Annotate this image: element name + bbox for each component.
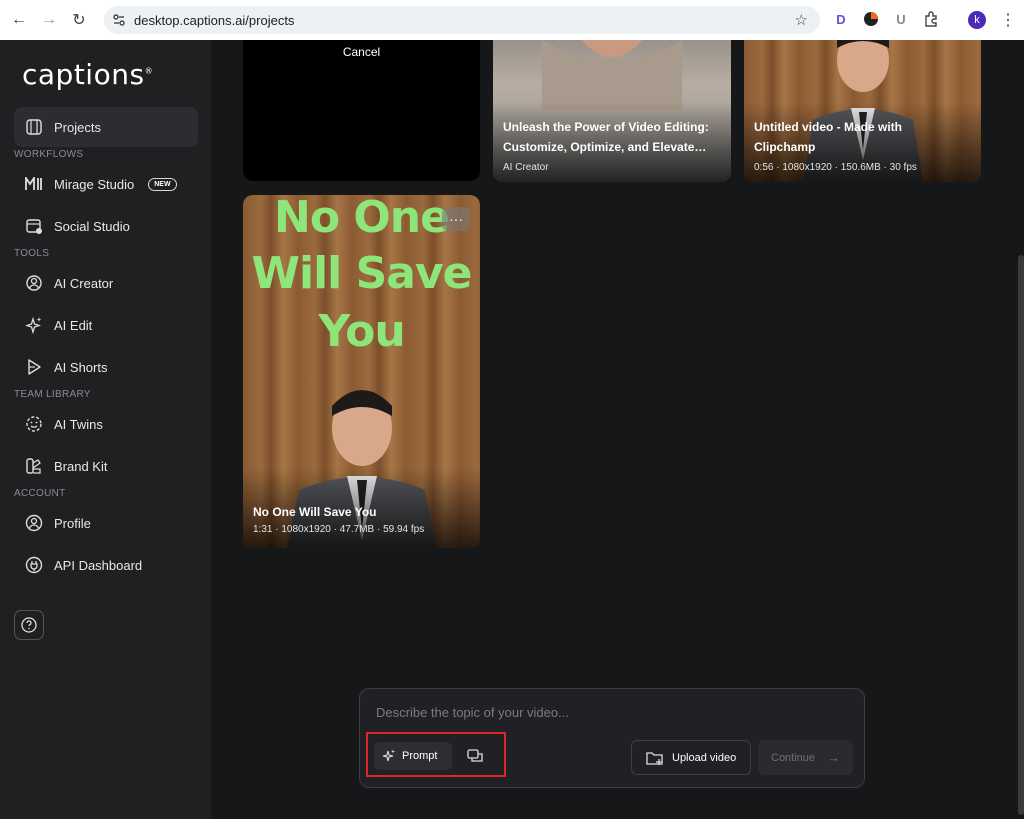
topic-input[interactable] <box>376 703 846 721</box>
card-title: Unleash the Power of Video Editing: <box>503 120 709 134</box>
continue-label: Continue <box>771 751 816 764</box>
new-badge: NEW <box>148 177 177 191</box>
section-tools: TOOLS <box>14 248 50 259</box>
extension-u-icon[interactable]: U <box>892 10 910 28</box>
section-workflows: WORKFLOWS <box>14 149 84 160</box>
sidebar-item-mirage-studio[interactable]: Mirage Studio NEW <box>14 164 198 204</box>
folder-plus-icon <box>646 751 663 765</box>
forward-arrow-icon[interactable]: → <box>34 5 64 35</box>
sidebar-item-ai-twins[interactable]: AI Twins <box>14 404 198 444</box>
card-title: No One Will Save You <box>253 505 377 519</box>
browser-toolbar: ← → ↻ desktop.captions.ai/projects ☆ D U… <box>0 0 1024 40</box>
face-scan-icon <box>24 273 44 293</box>
section-account: ACCOUNT <box>14 488 66 499</box>
browser-menu-icon[interactable]: ⋮ <box>1000 10 1016 30</box>
extension-d-icon[interactable]: D <box>832 10 850 28</box>
sidebar-item-ai-creator[interactable]: AI Creator <box>14 263 198 303</box>
film-icon <box>24 117 44 137</box>
project-card-cancel[interactable]: Cancel <box>243 40 480 181</box>
plug-icon <box>24 555 44 575</box>
sidebar-item-label: Brand Kit <box>54 458 108 474</box>
cancel-button[interactable]: Cancel <box>243 45 480 59</box>
back-arrow-icon[interactable]: ← <box>4 5 34 35</box>
reload-icon[interactable]: ↻ <box>64 5 94 35</box>
project-card[interactable]: Unleash the Power of Video Editing: Cust… <box>493 40 731 182</box>
sidebar-item-brand-kit[interactable]: Brand Kit <box>14 446 198 486</box>
script-mode-button[interactable] <box>460 742 490 770</box>
smiley-icon <box>24 414 44 434</box>
sidebar: captions® Projects WORKFLOWS Mirage Stud… <box>0 40 211 819</box>
sidebar-item-projects[interactable]: Projects <box>14 107 198 147</box>
mode-selector: Prompt <box>366 732 506 777</box>
profile-avatar[interactable]: k <box>968 11 986 29</box>
upload-label: Upload video <box>672 751 737 764</box>
prompt-mode-label: Prompt <box>402 750 438 762</box>
card-title: Customize, Optimize, and Elevate… <box>503 140 707 154</box>
sidebar-item-ai-shorts[interactable]: AI Shorts <box>14 347 198 387</box>
project-card[interactable]: Untitled video - Made with Clipchamp 0:5… <box>744 40 981 182</box>
url-text: desktop.captions.ai/projects <box>134 12 295 28</box>
thumbnail-overlay-text: Will Save <box>251 248 472 299</box>
video-thumbnail <box>542 40 682 110</box>
sidebar-item-profile[interactable]: Profile <box>14 503 198 543</box>
sidebar-item-label: API Dashboard <box>54 557 143 573</box>
extension-circle-icon[interactable] <box>862 10 880 28</box>
prompt-panel: Prompt Upload video Continue → <box>359 688 865 788</box>
site-settings-icon[interactable] <box>112 13 126 27</box>
arrow-right-icon: → <box>827 750 841 765</box>
captions-logo[interactable]: captions® <box>22 58 153 91</box>
screens-icon <box>467 749 483 762</box>
card-more-button[interactable]: ··· <box>442 207 470 231</box>
user-circle-icon <box>24 513 44 533</box>
sidebar-item-label: Projects <box>54 119 101 135</box>
sidebar-item-ai-edit[interactable]: AI Edit <box>14 305 198 345</box>
sparkle-icon <box>382 749 395 762</box>
card-title: Clipchamp <box>754 140 816 154</box>
card-title: Untitled video - Made with <box>754 120 903 134</box>
projects-main: Cancel Unleash the Power of Video Editin… <box>211 40 1024 819</box>
sidebar-item-label: AI Edit <box>54 317 93 333</box>
bookmark-star-icon[interactable]: ☆ <box>795 11 808 29</box>
sidebar-item-social-studio[interactable]: Social Studio <box>14 206 198 246</box>
extensions-puzzle-icon[interactable] <box>922 10 940 28</box>
palette-icon <box>24 456 44 476</box>
continue-button[interactable]: Continue → <box>758 740 853 775</box>
card-meta: AI Creator <box>503 162 549 173</box>
sidebar-item-label: AI Twins <box>54 416 103 432</box>
thumbnail-overlay-text: You <box>318 306 405 357</box>
project-card[interactable]: No One Will Save You ··· No One Will Sav… <box>243 195 480 548</box>
calendar-icon <box>24 216 44 236</box>
sidebar-item-api-dashboard[interactable]: API Dashboard <box>14 545 198 585</box>
sidebar-item-label: Social Studio <box>54 218 130 234</box>
scrollbar[interactable] <box>1018 255 1024 815</box>
sidebar-item-label: Mirage Studio <box>54 176 135 192</box>
card-meta: 0:56 · 1080x1920 · 150.6MB · 30 fps <box>754 162 917 173</box>
help-button[interactable] <box>14 610 44 640</box>
mirage-icon <box>24 174 44 194</box>
sidebar-item-label: AI Creator <box>54 275 114 291</box>
sidebar-item-label: Profile <box>54 515 91 531</box>
card-meta: 1:31 · 1080x1920 · 47.7MB · 59.94 fps <box>253 524 425 535</box>
section-team-library: TEAM LIBRARY <box>14 389 91 400</box>
sparkle-icon <box>24 315 44 335</box>
address-bar[interactable]: desktop.captions.ai/projects ☆ <box>104 6 820 34</box>
play-icon <box>24 357 44 377</box>
sidebar-item-label: AI Shorts <box>54 359 108 375</box>
prompt-mode-button[interactable]: Prompt <box>374 742 452 770</box>
help-icon <box>21 617 37 633</box>
upload-video-button[interactable]: Upload video <box>631 740 751 775</box>
